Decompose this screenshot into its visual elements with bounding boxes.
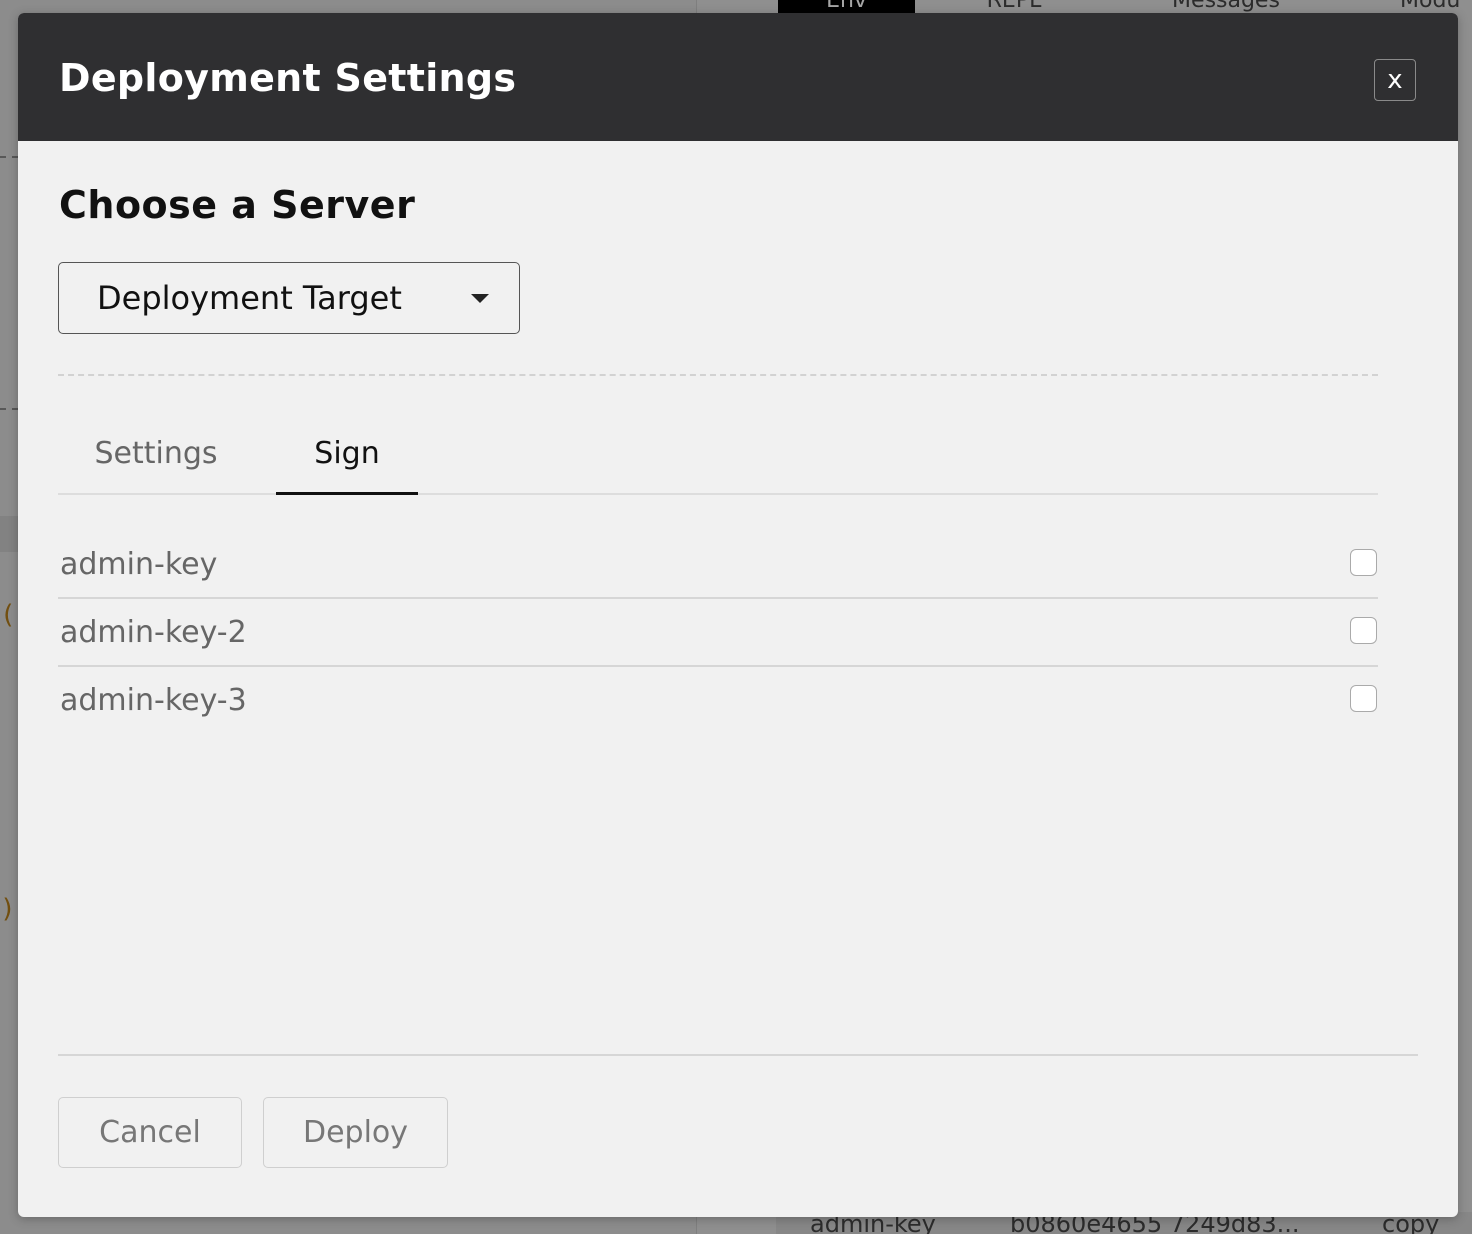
footer-divider	[58, 1054, 1418, 1056]
settings-tabs: Settings Sign	[58, 413, 1378, 495]
chevron-down-icon	[471, 294, 489, 303]
key-label: admin-key	[60, 547, 218, 582]
key-checkbox[interactable]	[1350, 549, 1377, 576]
choose-server-heading: Choose a Server	[59, 183, 416, 227]
list-item[interactable]: admin-key	[58, 531, 1378, 599]
deployment-settings-modal: Deployment Settings x Choose a Server De…	[18, 13, 1458, 1217]
close-button[interactable]: x	[1374, 59, 1416, 101]
modal-title: Deployment Settings	[59, 56, 517, 100]
list-item[interactable]: admin-key-3	[58, 667, 1378, 735]
deployment-target-value: Deployment Target	[97, 279, 402, 317]
key-checkbox[interactable]	[1350, 685, 1377, 712]
modal-header: Deployment Settings x	[18, 13, 1458, 141]
tab-sign[interactable]: Sign	[276, 413, 418, 495]
cancel-button[interactable]: Cancel	[58, 1097, 242, 1168]
tab-settings[interactable]: Settings	[58, 413, 254, 493]
section-divider	[58, 374, 1378, 376]
key-label: admin-key-3	[60, 683, 247, 718]
deployment-target-select[interactable]: Deployment Target	[58, 262, 520, 334]
signing-key-list: admin-key admin-key-2 admin-key-3	[58, 531, 1378, 735]
key-label: admin-key-2	[60, 615, 247, 650]
key-checkbox[interactable]	[1350, 617, 1377, 644]
deploy-button[interactable]: Deploy	[263, 1097, 448, 1168]
list-item[interactable]: admin-key-2	[58, 599, 1378, 667]
